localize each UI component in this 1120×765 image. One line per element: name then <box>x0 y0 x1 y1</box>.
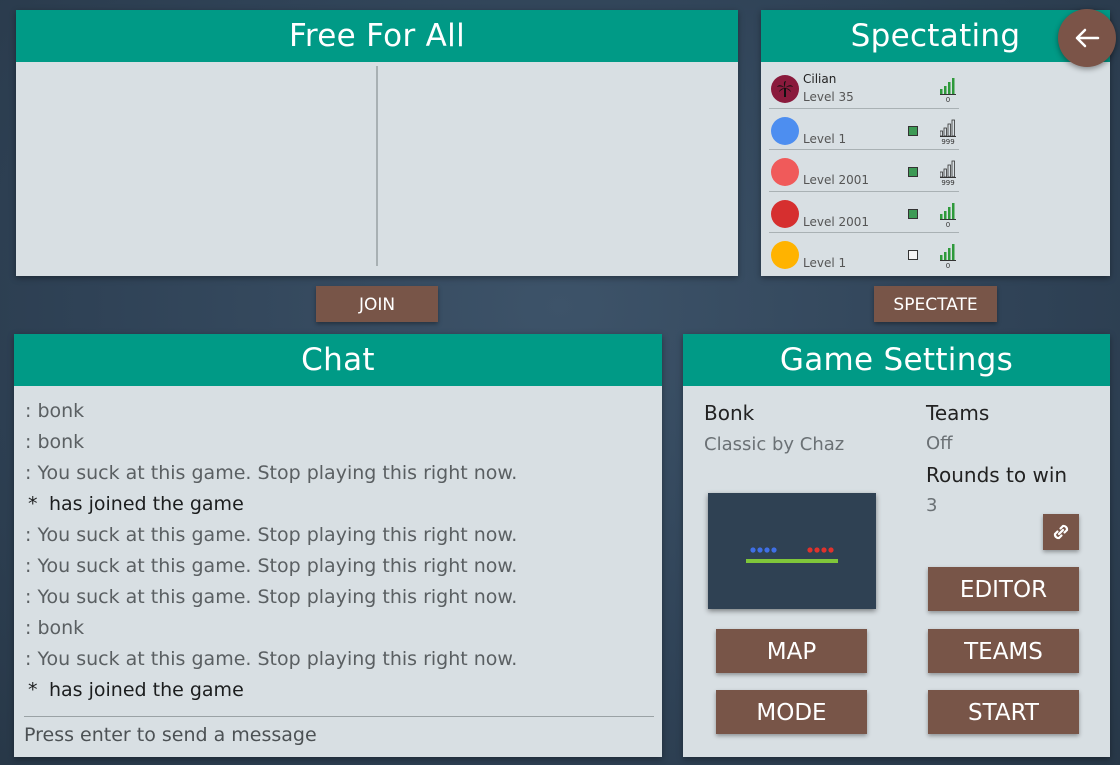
ready-indicator <box>908 125 918 136</box>
link-icon <box>1053 524 1069 540</box>
avatar <box>771 116 799 145</box>
game-settings-title: Game Settings <box>683 334 1110 386</box>
teams-button[interactable]: TEAMS <box>928 629 1079 673</box>
system-star: * <box>28 679 38 701</box>
free-for-all-title: Free For All <box>16 10 738 62</box>
ready-indicator <box>908 167 918 177</box>
teams-value: Off <box>926 433 953 454</box>
system-text: has joined the game <box>49 493 244 515</box>
free-for-all-panel: Free For All <box>16 10 738 276</box>
teams-label: Teams <box>926 401 990 425</box>
back-button[interactable] <box>1058 9 1116 67</box>
avatar <box>771 158 799 186</box>
chat-divider <box>24 716 654 717</box>
chat-input[interactable] <box>24 720 654 750</box>
start-button[interactable]: START <box>928 690 1079 734</box>
spectating-panel: Spectating Cilian Level 35 0 Level 1 999… <box>761 10 1110 276</box>
chat-message: : bonk <box>25 400 85 422</box>
team-divider <box>376 66 378 266</box>
player-level: Level 2001 <box>803 214 870 229</box>
ping-value: 0 <box>945 96 951 104</box>
player-level: Level 1 <box>803 256 847 270</box>
game-settings-panel: Game Settings Bonk Classic by Chaz Teams… <box>683 334 1110 757</box>
copy-link-button[interactable] <box>1043 514 1079 550</box>
ping-value: 999 <box>941 179 955 187</box>
join-button[interactable]: JOIN <box>316 286 438 322</box>
avatar <box>771 199 799 228</box>
mode-name: Bonk <box>704 401 755 425</box>
player-level: Level 2001 <box>803 173 870 187</box>
system-star: * <box>28 493 38 515</box>
ping-bars-icon <box>940 78 956 95</box>
chat-message: : You suck at this game. Stop playing th… <box>25 586 518 608</box>
chat-message: : bonk <box>25 617 85 639</box>
palm-tree-icon <box>777 81 793 97</box>
player-row[interactable]: Level 1 999 <box>769 109 959 150</box>
map-button[interactable]: MAP <box>716 629 867 673</box>
player-row[interactable]: Cilian Level 35 0 <box>769 67 959 109</box>
chat-message: : You suck at this game. Stop playing th… <box>25 555 518 577</box>
map-name: Classic by Chaz <box>704 434 845 455</box>
ping-value: 0 <box>945 262 951 270</box>
mode-button[interactable]: MODE <box>716 690 867 734</box>
ping-value: 999 <box>941 137 955 146</box>
spectator-list: Cilian Level 35 0 Level 1 999 Level 2001… <box>769 67 959 275</box>
chat-message: : You suck at this game. Stop playing th… <box>25 524 518 546</box>
ready-indicator <box>908 250 918 260</box>
player-row[interactable]: Level 2001 999 <box>769 150 959 192</box>
map-preview[interactable] <box>708 493 876 609</box>
spectate-button[interactable]: SPECTATE <box>874 286 997 322</box>
ping-value: 0 <box>945 220 951 229</box>
chat-messages: : bonk : bonk : You suck at this game. S… <box>25 396 517 706</box>
rounds-label: Rounds to win <box>926 463 1068 487</box>
ping-bars-icon <box>940 202 956 220</box>
player-row[interactable]: Level 1 0 <box>769 233 959 275</box>
player-level: Level 35 <box>803 90 854 104</box>
chat-title: Chat <box>14 334 662 386</box>
ping-bars-icon <box>940 119 956 137</box>
player-name: Cilian <box>803 72 837 86</box>
map-thumbnail <box>746 547 838 563</box>
chat-message: : You suck at this game. Stop playing th… <box>25 462 518 484</box>
ready-indicator <box>908 208 918 219</box>
player-row[interactable]: Level 2001 0 <box>769 192 959 233</box>
system-text: has joined the game <box>49 679 244 701</box>
ping-bars-icon <box>940 244 956 261</box>
arrow-left-icon <box>1075 28 1100 48</box>
chat-message: : bonk <box>25 431 85 453</box>
chat-system-message: * has joined the game <box>25 489 517 520</box>
avatar <box>771 241 799 269</box>
rounds-value: 3 <box>926 495 938 516</box>
chat-panel: Chat : bonk : bonk : You suck at this ga… <box>14 334 662 757</box>
ping-bars-icon <box>940 160 956 178</box>
editor-button[interactable]: EDITOR <box>928 567 1079 611</box>
chat-system-message: * has joined the game <box>25 675 517 706</box>
player-level: Level 1 <box>803 131 847 146</box>
chat-message: : You suck at this game. Stop playing th… <box>25 648 518 670</box>
avatar <box>771 75 799 103</box>
